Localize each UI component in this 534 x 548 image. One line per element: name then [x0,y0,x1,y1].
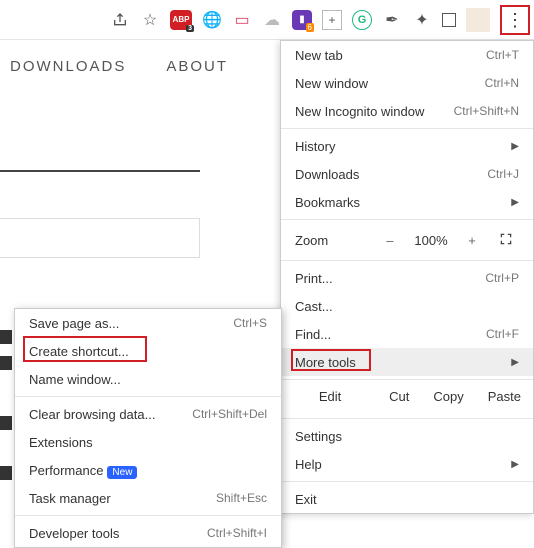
zoom-value: 100% [411,233,451,248]
chevron-right-icon: ▶ [511,459,519,470]
new-badge: New [107,466,137,479]
menu-exit[interactable]: Exit [281,485,533,513]
menu-history[interactable]: History▶ [281,132,533,160]
more-tools-submenu: Save page as...Ctrl+S Create shortcut...… [14,308,282,548]
fullscreen-icon[interactable] [493,232,519,249]
menu-zoom: Zoom – 100% + [281,223,533,257]
submenu-performance[interactable]: PerformanceNew [15,456,281,484]
menu-help[interactable]: Help▶ [281,450,533,478]
share-icon[interactable] [110,10,130,30]
extensions-icon[interactable]: ✦ [412,10,432,30]
menu-paste[interactable]: Paste [476,389,533,409]
cloud-icon[interactable]: ☁ [262,10,282,30]
adblock-icon[interactable]: ABP3 [170,10,192,30]
page-input[interactable]: te ... [0,218,200,258]
submenu-task-manager[interactable]: Task managerShift+Esc [15,484,281,512]
menu-bookmarks[interactable]: Bookmarks▶ [281,188,533,216]
menu-new-incognito[interactable]: New Incognito windowCtrl+Shift+N [281,97,533,125]
sidepanel-icon[interactable] [442,13,456,27]
menu-find[interactable]: Find...Ctrl+F [281,320,533,348]
nav-downloads[interactable]: DOWNLOADS [10,58,126,75]
menu-copy[interactable]: Copy [421,389,475,409]
browser-toolbar: ☆ ABP3 🌐 ▭ ☁ ▮6 + G ✒ ✦ ⋮ [0,0,534,40]
zoom-in-button[interactable]: + [459,233,485,248]
menu-more-tools[interactable]: More tools▶ [281,348,533,376]
submenu-save-page[interactable]: Save page as...Ctrl+S [15,309,281,337]
page-hr [0,170,200,172]
menu-print[interactable]: Print...Ctrl+P [281,264,533,292]
plus-box-icon[interactable]: + [322,10,342,30]
chevron-right-icon: ▶ [511,141,519,152]
chevron-right-icon: ▶ [511,357,519,368]
submenu-create-shortcut[interactable]: Create shortcut... [15,337,281,365]
menu-downloads[interactable]: DownloadsCtrl+J [281,160,533,188]
menu-cut[interactable]: Cut [377,389,421,409]
bg-strip [0,466,12,480]
bg-strip [0,416,12,430]
bg-strip [0,356,12,370]
menu-edit-label: Edit [281,389,377,409]
menu-new-window[interactable]: New windowCtrl+N [281,69,533,97]
menu-cast[interactable]: Cast... [281,292,533,320]
menu-settings[interactable]: Settings [281,422,533,450]
nav-about[interactable]: ABOUT [166,58,228,75]
kebab-menu-button[interactable]: ⋮ [500,5,530,35]
submenu-name-window[interactable]: Name window... [15,365,281,393]
grammarly-icon[interactable]: G [352,10,372,30]
profile-icon[interactable] [466,8,490,32]
globe-icon[interactable]: 🌐 [202,10,222,30]
picture-icon[interactable]: ▭ [232,10,252,30]
chrome-main-menu: New tabCtrl+T New windowCtrl+N New Incog… [280,40,534,514]
ext-purple-icon[interactable]: ▮6 [292,10,312,30]
submenu-dev-tools[interactable]: Developer toolsCtrl+Shift+I [15,519,281,547]
chevron-right-icon: ▶ [511,197,519,208]
menu-new-tab[interactable]: New tabCtrl+T [281,41,533,69]
menu-edit-row: Edit Cut Copy Paste [281,383,533,415]
brush-icon[interactable]: ✒ [382,10,402,30]
submenu-clear-browsing[interactable]: Clear browsing data...Ctrl+Shift+Del [15,400,281,428]
bg-strip [0,330,12,344]
star-icon[interactable]: ☆ [140,10,160,30]
submenu-extensions[interactable]: Extensions [15,428,281,456]
zoom-out-button[interactable]: – [377,233,403,248]
